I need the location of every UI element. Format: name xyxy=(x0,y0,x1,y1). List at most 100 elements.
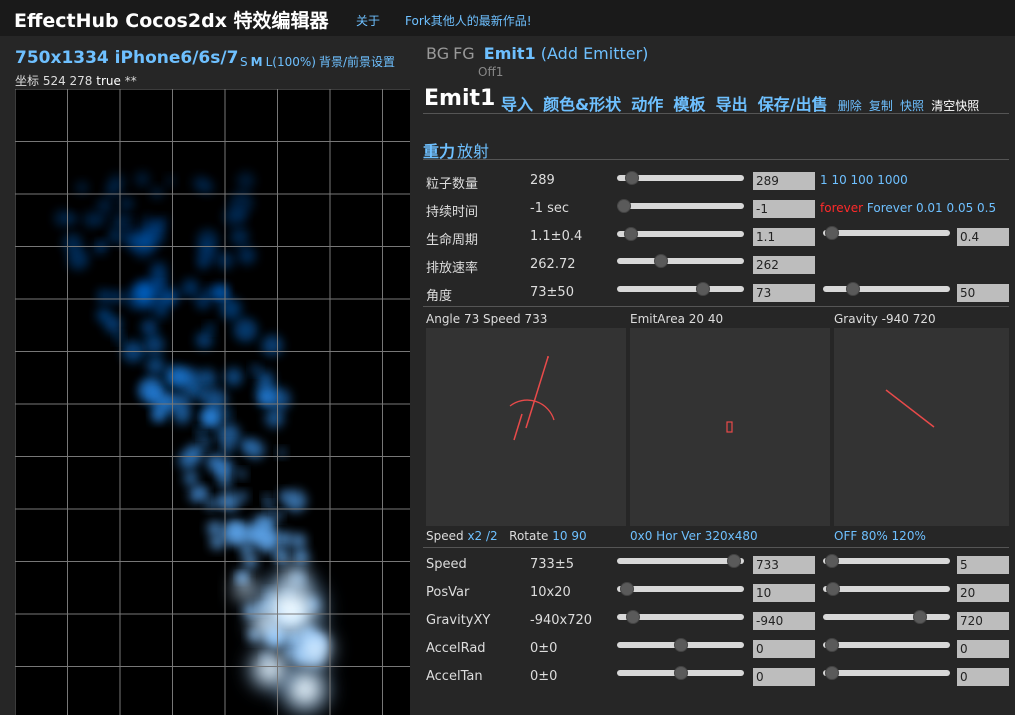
slider-thumb[interactable] xyxy=(674,638,688,652)
slider-track[interactable] xyxy=(823,558,950,564)
size-s-button[interactable]: S xyxy=(240,55,248,69)
accelrad-var-slider[interactable] xyxy=(823,638,950,652)
menu-delete[interactable]: 删除 xyxy=(838,99,862,113)
acceltan-slider[interactable] xyxy=(617,666,744,680)
duration-slider[interactable] xyxy=(617,199,744,213)
slider-thumb[interactable] xyxy=(826,582,840,596)
gravity-x-input[interactable] xyxy=(753,612,815,630)
emitter-off-label[interactable]: Off1 xyxy=(478,65,503,79)
menu-copy[interactable]: 复制 xyxy=(869,99,893,113)
slider-thumb[interactable] xyxy=(624,227,638,241)
slider-thumb[interactable] xyxy=(825,666,839,680)
menu-color-shape[interactable]: 颜色&形状 xyxy=(543,95,621,114)
particle xyxy=(260,395,271,405)
speed-slider[interactable] xyxy=(617,554,744,568)
gravity-presets[interactable]: OFF 80% 120% xyxy=(834,529,926,543)
fg-toggle[interactable]: FG xyxy=(453,44,475,63)
accelrad-slider[interactable] xyxy=(617,638,744,652)
slider-track[interactable] xyxy=(823,642,950,648)
duration-preset-links[interactable]: Forever 0.01 0.05 0.5 xyxy=(867,201,996,215)
menu-export[interactable]: 导出 xyxy=(716,95,748,114)
speed-var-slider[interactable] xyxy=(823,554,950,568)
size-m-button[interactable]: M xyxy=(251,55,263,69)
gravity-y-input[interactable] xyxy=(957,612,1009,630)
slider-thumb[interactable] xyxy=(674,666,688,680)
rate-input[interactable] xyxy=(753,256,815,274)
slider-thumb[interactable] xyxy=(696,282,710,296)
life-var-slider[interactable] xyxy=(823,226,950,240)
param-label: AccelTan xyxy=(426,669,483,684)
slider-track[interactable] xyxy=(617,203,744,209)
slider-track[interactable] xyxy=(617,258,744,264)
about-link[interactable]: 关于 xyxy=(356,12,380,29)
particle-preview-canvas[interactable] xyxy=(15,89,410,715)
count-input[interactable] xyxy=(753,172,815,190)
posvar-x-input[interactable] xyxy=(753,584,815,602)
life-var-input[interactable] xyxy=(957,228,1009,246)
slider-track[interactable] xyxy=(823,670,950,676)
posvar-x-slider[interactable] xyxy=(617,582,744,596)
area-presets[interactable]: 0x0 Hor Ver 320x480 xyxy=(630,529,758,543)
rotate-options[interactable]: 10 90 xyxy=(552,529,586,543)
duration-input[interactable] xyxy=(753,200,815,218)
acceltan-var-input[interactable] xyxy=(957,668,1009,686)
emit-area-visualizer[interactable] xyxy=(630,328,830,526)
accelrad-var-input[interactable] xyxy=(957,640,1009,658)
forever-red-link[interactable]: forever xyxy=(820,201,863,215)
angle-var-slider[interactable] xyxy=(823,282,950,296)
posvar-y-input[interactable] xyxy=(957,584,1009,602)
speed-var-input[interactable] xyxy=(957,556,1009,574)
angle-input[interactable] xyxy=(753,284,815,302)
slider-thumb[interactable] xyxy=(625,171,639,185)
param-value: 0±0 xyxy=(530,669,558,684)
rate-slider[interactable] xyxy=(617,254,744,268)
menu-template[interactable]: 模板 xyxy=(673,95,705,114)
slider-track[interactable] xyxy=(823,230,950,236)
emitter-tab-emit1[interactable]: Emit1 xyxy=(484,44,536,63)
slider-thumb[interactable] xyxy=(846,282,860,296)
slider-thumb[interactable] xyxy=(825,554,839,568)
accelrad-input[interactable] xyxy=(753,640,815,658)
slider-track[interactable] xyxy=(617,558,744,564)
menu-action[interactable]: 动作 xyxy=(631,95,663,114)
slider-track[interactable] xyxy=(823,614,950,620)
slider-thumb[interactable] xyxy=(617,199,631,213)
gravity-y-slider[interactable] xyxy=(823,610,950,624)
menu-clear-snapshot[interactable]: 清空快照 xyxy=(931,99,979,113)
posvar-y-slider[interactable] xyxy=(823,582,950,596)
angle-slider[interactable] xyxy=(617,282,744,296)
life-slider[interactable] xyxy=(617,227,744,241)
slider-thumb[interactable] xyxy=(626,610,640,624)
slider-track[interactable] xyxy=(617,286,744,292)
life-input[interactable] xyxy=(753,228,815,246)
fork-link[interactable]: Fork其他人的最新作品! xyxy=(405,12,532,29)
acceltan-input[interactable] xyxy=(753,668,815,686)
slider-thumb[interactable] xyxy=(913,610,927,624)
bg-settings-link[interactable]: 背景/前景设置 xyxy=(319,55,395,69)
menu-import[interactable]: 导入 xyxy=(501,95,533,114)
count-slider[interactable] xyxy=(617,171,744,185)
menu-snapshot[interactable]: 快照 xyxy=(900,99,924,113)
acceltan-var-slider[interactable] xyxy=(823,666,950,680)
gravity-visualizer[interactable] xyxy=(834,328,1009,526)
speed-multipliers[interactable]: x2 /2 xyxy=(467,529,497,543)
tab-gravity[interactable]: 重力 xyxy=(423,142,455,161)
bg-toggle[interactable]: BG xyxy=(426,44,449,63)
speed-input[interactable] xyxy=(753,556,815,574)
size-l-button[interactable]: L(100%) xyxy=(266,55,316,69)
slider-thumb[interactable] xyxy=(825,226,839,240)
slider-track[interactable] xyxy=(823,286,950,292)
slider-track[interactable] xyxy=(617,586,744,592)
slider-thumb[interactable] xyxy=(620,582,634,596)
slider-thumb[interactable] xyxy=(654,254,668,268)
tab-radial[interactable]: 放射 xyxy=(457,142,489,161)
slider-thumb[interactable] xyxy=(825,638,839,652)
menu-save-sell[interactable]: 保存/出售 xyxy=(758,95,828,114)
angle-var-input[interactable] xyxy=(957,284,1009,302)
add-emitter-button[interactable]: (Add Emitter) xyxy=(541,44,649,63)
count-presets[interactable]: 1 10 100 1000 xyxy=(820,173,908,187)
slider-thumb[interactable] xyxy=(727,554,741,568)
gravity-x-slider[interactable] xyxy=(617,610,744,624)
angle-visualizer[interactable] xyxy=(426,328,626,526)
slider-track[interactable] xyxy=(823,586,950,592)
